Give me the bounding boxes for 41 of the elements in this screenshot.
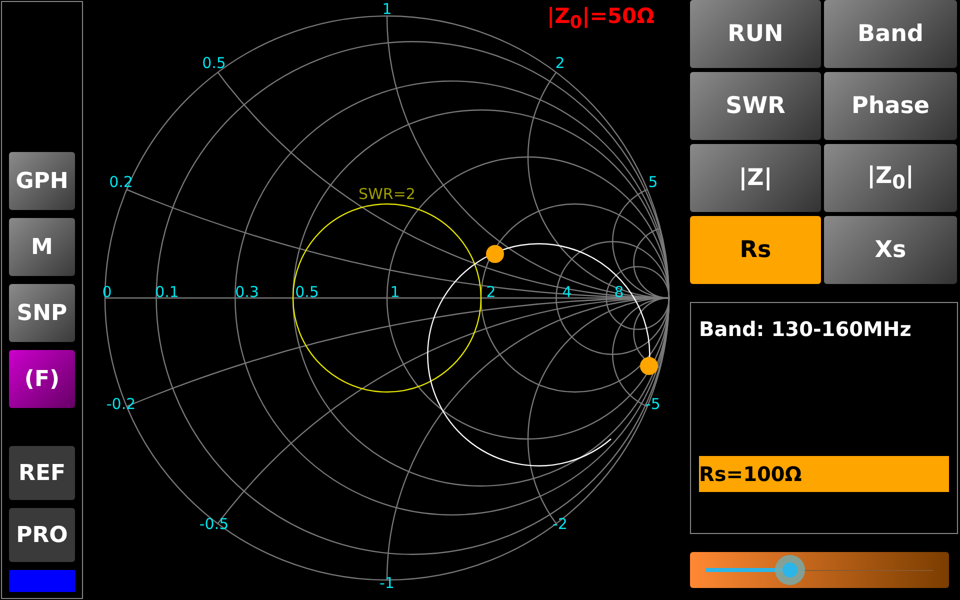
resistance-label: 1 (390, 283, 400, 301)
slider[interactable] (690, 552, 949, 588)
reactance-label: -1 (380, 574, 394, 592)
band-text: Band: 130-160MHz (699, 317, 912, 341)
mode-button[interactable]: SWR (690, 72, 821, 140)
mode-button[interactable]: Rs (690, 216, 821, 284)
reactance-label: -0.5 (199, 515, 229, 533)
reactance-label: -0.2 (106, 395, 136, 413)
sidebar-button[interactable]: REF (9, 446, 75, 500)
resistance-label: 0.5 (295, 283, 319, 301)
value-readout: Rs=100Ω (699, 456, 949, 492)
mode-button[interactable]: |Z$_{0}$| (824, 144, 957, 212)
mode-button[interactable]: RUN (690, 0, 821, 68)
swr-label: SWR=2 (358, 185, 416, 203)
marker-dot (486, 245, 504, 263)
reactance-label: 0.5 (202, 54, 226, 72)
reactance-label: 1 (382, 0, 392, 18)
status-bar (9, 570, 75, 592)
resistance-label: 2 (486, 283, 496, 301)
sidebar-button[interactable]: SNP (9, 284, 75, 342)
mode-button[interactable]: Band (824, 0, 957, 68)
sidebar-button[interactable]: PRO (9, 508, 75, 562)
marker-dot (640, 357, 658, 375)
impedance-label: |Z$_{0}$|=50Ω (547, 4, 654, 34)
reactance-label: 5 (648, 173, 658, 191)
slider-thumb[interactable] (774, 554, 805, 584)
resistance-label: 0.3 (235, 283, 259, 301)
reactance-label: 2 (555, 54, 565, 72)
sidebar-button[interactable]: M (9, 218, 75, 276)
resistance-label: 0.1 (155, 283, 179, 301)
resistance-label: 8 (614, 283, 624, 301)
mode-button[interactable]: |Z| (690, 144, 821, 212)
resistance-label: 0 (102, 283, 112, 301)
mode-button[interactable]: Phase (824, 72, 957, 140)
reactance-label: 0.2 (109, 173, 133, 191)
reactance-label: -2 (552, 515, 568, 533)
resistance-label: 4 (562, 283, 572, 301)
sidebar-button[interactable]: GPH (9, 152, 75, 210)
reactance-label: -5 (646, 395, 660, 413)
sidebar-button[interactable]: (F) (9, 350, 75, 408)
mode-button[interactable]: Xs (824, 216, 957, 284)
